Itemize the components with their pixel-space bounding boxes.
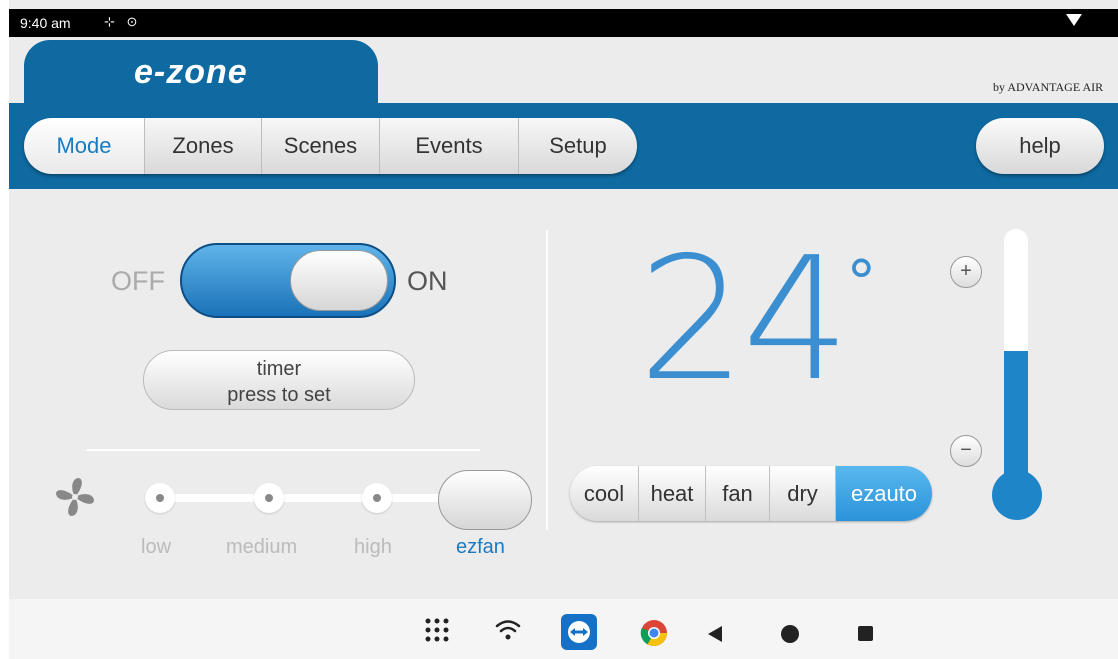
mode-heat[interactable]: heat bbox=[639, 466, 706, 521]
tab-scenes[interactable]: Scenes bbox=[262, 118, 380, 174]
wifi-signal-icon bbox=[1066, 14, 1082, 26]
fan-speed-low[interactable] bbox=[145, 483, 175, 513]
section-divider bbox=[87, 449, 480, 451]
timer-button[interactable]: timer press to set bbox=[143, 350, 415, 410]
fan-speed-high[interactable] bbox=[362, 483, 392, 513]
power-toggle-knob[interactable] bbox=[290, 250, 388, 311]
mode-fan[interactable]: fan bbox=[706, 466, 770, 521]
power-off-label: OFF bbox=[111, 266, 165, 296]
status-icons: ⊹ ⊙ bbox=[104, 14, 142, 29]
power-toggle[interactable] bbox=[180, 243, 396, 318]
mode-dry[interactable]: dry bbox=[770, 466, 836, 521]
fan-label-high: high bbox=[354, 536, 392, 558]
temp-increase-button[interactable]: + bbox=[950, 256, 982, 288]
timer-label: timer bbox=[256, 358, 302, 380]
fan-icon bbox=[56, 478, 94, 516]
back-icon[interactable] bbox=[706, 624, 724, 644]
temperature-value: 24 bbox=[638, 221, 850, 419]
app-logo: e-zone bbox=[134, 53, 248, 91]
chrome-icon[interactable] bbox=[640, 619, 668, 647]
help-button[interactable]: help bbox=[976, 118, 1104, 174]
fan-speed-knob[interactable] bbox=[438, 470, 532, 530]
fan-label-ezfan: ezfan bbox=[456, 536, 505, 558]
thermometer-bulb bbox=[992, 470, 1042, 520]
power-on-label: ON bbox=[407, 266, 448, 296]
tab-events[interactable]: Events bbox=[380, 118, 519, 174]
teamviewer-icon[interactable] bbox=[560, 613, 598, 651]
tab-zones[interactable]: Zones bbox=[145, 118, 262, 174]
fan-label-medium: medium bbox=[226, 536, 298, 558]
apps-grid-icon[interactable] bbox=[424, 617, 450, 643]
brand-label: by ADVANTAGE AIR bbox=[993, 80, 1104, 94]
home-icon[interactable] bbox=[780, 624, 800, 644]
thermometer-tube[interactable] bbox=[1004, 229, 1028, 499]
tab-setup[interactable]: Setup bbox=[519, 118, 637, 174]
status-bar: 9:40 am ⊹ ⊙ bbox=[9, 9, 1118, 37]
mode-cool[interactable]: cool bbox=[570, 466, 639, 521]
temperature-unit: ° bbox=[846, 248, 876, 318]
temp-decrease-button[interactable]: − bbox=[950, 435, 982, 467]
fan-label-low: low bbox=[141, 536, 172, 558]
timer-hint: press to set bbox=[227, 384, 331, 406]
status-time: 9:40 am bbox=[20, 15, 71, 31]
panel-divider bbox=[546, 230, 548, 530]
mode-selector: cool heat fan dry ezauto bbox=[570, 466, 932, 521]
main-tabs: Mode Zones Scenes Events Setup bbox=[24, 118, 637, 174]
recents-icon[interactable] bbox=[857, 625, 874, 642]
temperature-display: 24° bbox=[638, 235, 876, 405]
fan-speed-medium[interactable] bbox=[254, 483, 284, 513]
tab-mode[interactable]: Mode bbox=[24, 118, 145, 174]
wifi-icon[interactable] bbox=[494, 617, 522, 643]
mode-ezauto[interactable]: ezauto bbox=[836, 466, 932, 521]
